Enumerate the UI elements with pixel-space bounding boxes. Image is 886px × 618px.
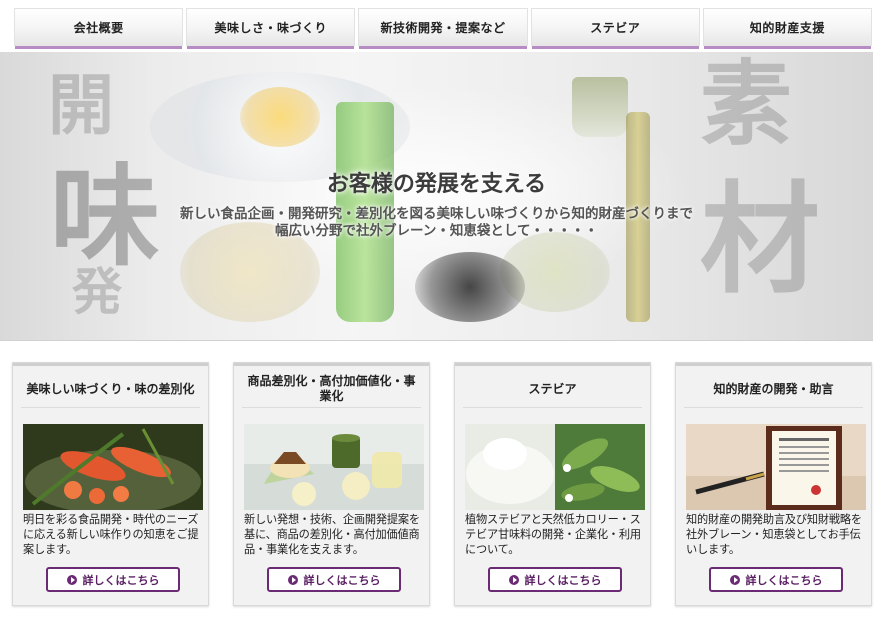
card-top-bar <box>13 363 208 366</box>
nav-item-label: 会社概要 <box>73 21 124 35</box>
card-description: 知的財産の開発助言及び知財戦略を社外ブレーン・知恵袋としてお手伝いします。 <box>686 513 862 556</box>
nav-item-label: 美味しさ・味づくり <box>214 21 328 35</box>
stevia-photo <box>465 424 645 510</box>
nav-item-ip-support[interactable]: 知的財産支援 <box>702 8 873 49</box>
card-top-bar <box>234 363 429 366</box>
hero-kanji: 発 <box>72 262 122 321</box>
details-button[interactable]: 詳しくはこちら <box>46 567 180 592</box>
nav-item-new-tech[interactable]: 新技術開発・提案など <box>358 8 528 49</box>
details-button[interactable]: 詳しくはこちら <box>488 567 622 592</box>
service-card-taste: 美味しい味づくり・味の差別化 明日を彩る食品開発・時代のニーズに応える新しい味作… <box>12 362 209 606</box>
card-title: ステビア <box>463 371 642 408</box>
details-button-label: 詳しくはこちら <box>303 573 381 587</box>
card-description: 明日を彩る食品開発・時代のニーズに応える新しい味作りの知恵をご提案します。 <box>23 513 199 556</box>
nav-item-label: ステビア <box>590 21 641 35</box>
nav-item-stevia[interactable]: ステビア <box>530 8 700 49</box>
hero-kanji: 素 <box>700 52 793 158</box>
dessert-photo <box>244 424 424 510</box>
service-card-ip: 知的財産の開発・助言 知的財産の開発助言及び知財戦略を社外ブレーン・知恵袋として… <box>675 362 872 606</box>
details-button[interactable]: 詳しくはこちら <box>709 567 843 592</box>
hero-kanji: 材 <box>700 169 820 310</box>
card-top-bar <box>676 363 871 366</box>
nav-item-label: 知的財産支援 <box>749 21 825 35</box>
hero-banner: 開 味 発 素 材 お客様の発展を支える 新しい食品企画・開発研究・差別化を図る… <box>0 52 873 341</box>
hero-kanji: 開 <box>48 66 114 144</box>
details-button[interactable]: 詳しくはこちら <box>267 567 401 592</box>
nav-item-taste[interactable]: 美味しさ・味づくり <box>186 8 356 49</box>
card-description: 植物ステビアと天然低カロリー・ステビア甘味料の開発・企業化・利用について。 <box>465 513 641 556</box>
food-photo <box>23 424 203 510</box>
fruit-image <box>240 87 320 147</box>
details-button-label: 詳しくはこちら <box>82 573 160 587</box>
details-button-label: 詳しくはこちら <box>745 573 823 587</box>
details-button-label: 詳しくはこちら <box>524 573 602 587</box>
nav-item-label: 新技術開発・提案など <box>380 21 506 35</box>
hero-subtitle-line-2: 幅広い分野で社外ブレーン・知恵袋として・・・・・ <box>275 223 598 239</box>
arrow-circle-icon <box>66 574 77 585</box>
cup-image <box>572 77 628 137</box>
arrow-circle-icon <box>508 574 519 585</box>
card-title: 知的財産の開発・助言 <box>684 371 863 408</box>
main-navigation: 会社概要 美味しさ・味づくり 新技術開発・提案など ステビア 知的財産支援 <box>14 8 873 49</box>
hero-title: お客様の発展を支える <box>326 171 547 197</box>
arrow-circle-icon <box>729 574 740 585</box>
nav-item-company[interactable]: 会社概要 <box>14 8 184 49</box>
card-description: 新しい発想・技術、企画開発提案を基に、商品の差別化・高付加価値商品・事業化を支え… <box>244 513 420 556</box>
arrow-circle-icon <box>287 574 298 585</box>
certificate-photo <box>686 424 866 510</box>
service-card-stevia: ステビア 植物ステビアと天然低カロリー・ステビア甘味料の開発・企業化・利用につい… <box>454 362 651 606</box>
card-title: 美味しい味づくり・味の差別化 <box>21 371 200 408</box>
seaweed-image <box>415 252 525 322</box>
card-top-bar <box>455 363 650 366</box>
card-title: 商品差別化・高付加価値化・事業化 <box>242 371 421 408</box>
service-card-differentiation: 商品差別化・高付加価値化・事業化 新しい発想・技術、企画開発提案を基に、商品の差… <box>233 362 430 606</box>
